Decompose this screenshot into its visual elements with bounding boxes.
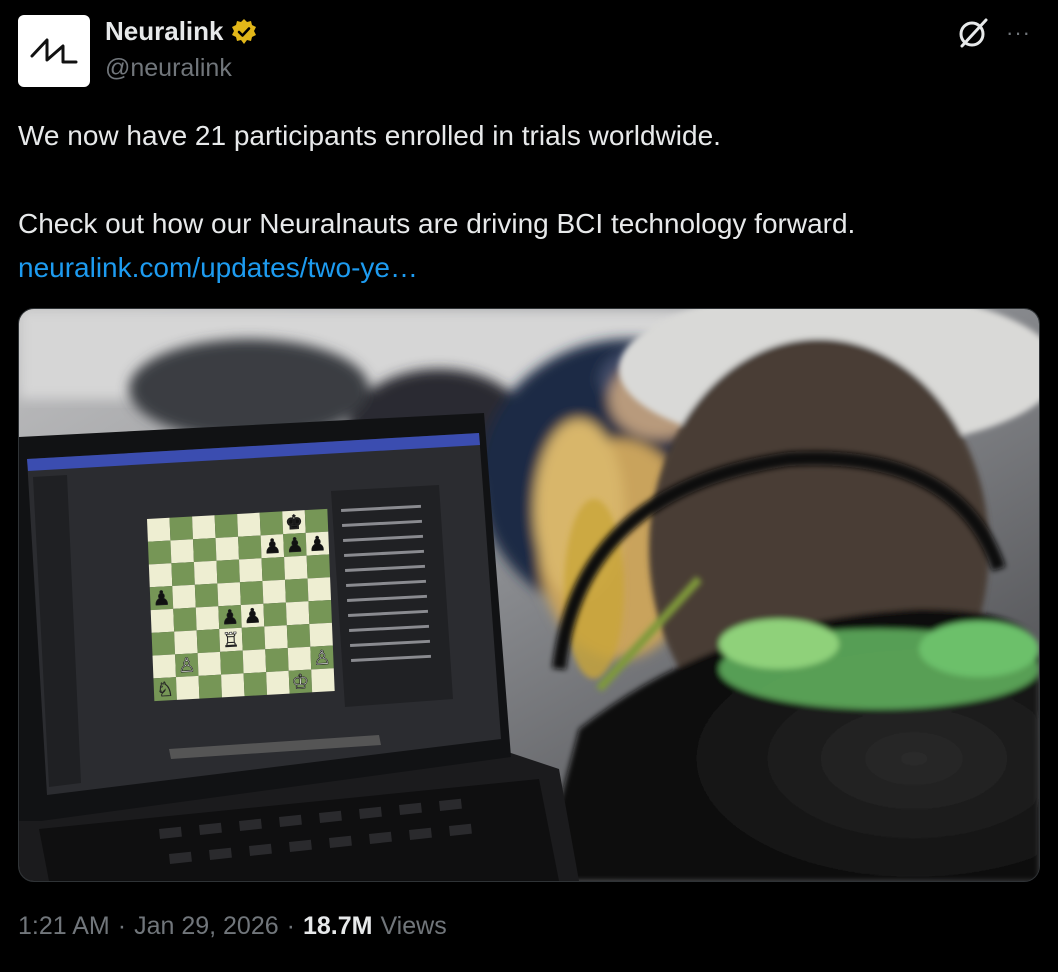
meta-separator: · (286, 912, 295, 940)
verified-badge-icon (231, 18, 256, 44)
chess-square (150, 608, 175, 633)
chess-piece: ♟ (286, 533, 305, 557)
chess-square (263, 602, 287, 627)
chess-piece: ♟ (152, 586, 171, 610)
chess-piece: ♟ (263, 534, 282, 558)
chess-square (197, 651, 222, 676)
avatar[interactable] (18, 15, 90, 87)
chess-square (194, 583, 219, 608)
chess-square (285, 578, 309, 603)
chess-square (262, 579, 286, 604)
chess-piece: ♟ (221, 605, 240, 629)
chess-square (175, 675, 200, 700)
chess-square (307, 577, 332, 602)
author-name-row: Neuralink (105, 16, 258, 47)
chess-square (285, 601, 310, 626)
chess-square (220, 650, 244, 675)
tweet-line-1: We now have 21 participants enrolled in … (18, 120, 721, 151)
author-display-name[interactable]: Neuralink (105, 16, 224, 47)
chess-square (193, 560, 218, 585)
chess-square (309, 622, 333, 647)
chess-piece: ♔ (291, 670, 310, 694)
grok-icon (959, 18, 988, 48)
chess-square (215, 536, 240, 561)
grok-button[interactable] (956, 16, 990, 50)
chess-square (243, 672, 268, 697)
chess-square (196, 629, 221, 654)
more-options-button[interactable]: ··· (1006, 20, 1031, 46)
chess-square (172, 584, 196, 609)
chess-square (237, 512, 261, 537)
tweet-media-image[interactable]: ♚ ♟ ♟ ♟ ♟ ♟ ♟ ♖ ♙ ♙ ♔ ♘ (18, 308, 1040, 882)
chess-square (147, 517, 171, 542)
neuralink-logo-icon (30, 38, 78, 64)
chess-square (238, 535, 262, 560)
tweet-meta: 1:21 AM · Jan 29, 2026 · 18.7M Views (18, 912, 447, 941)
tweet-line-2: Check out how our Neuralnauts are drivin… (18, 208, 856, 239)
chess-square (195, 606, 220, 631)
views-label: Views (380, 912, 447, 940)
meta-separator: · (117, 912, 127, 940)
chess-square (217, 582, 241, 607)
chess-square (266, 670, 290, 695)
author-handle[interactable]: @neuralink (105, 54, 232, 83)
chess-square (192, 515, 216, 540)
chess-square (287, 646, 312, 671)
chess-square (221, 673, 245, 698)
chess-square (169, 516, 194, 541)
chess-square (306, 554, 331, 579)
views-count[interactable]: 18.7M (303, 912, 372, 941)
chess-square (261, 556, 286, 581)
chess-square (174, 630, 198, 655)
chess-square (239, 580, 264, 606)
chess-piece: ♘ (156, 677, 175, 701)
tweet-time[interactable]: 1:21 AM (18, 912, 110, 941)
tweet-date[interactable]: Jan 29, 2026 (134, 912, 279, 941)
chess-square (304, 508, 329, 533)
chess-square (216, 559, 240, 584)
chess-piece: ♙ (313, 646, 332, 670)
chess-square (242, 649, 267, 674)
chess-square (239, 558, 263, 583)
chess-square (265, 648, 289, 673)
chess-square (170, 539, 194, 564)
chess-square (193, 537, 217, 563)
chess-square (173, 607, 197, 632)
chess-piece: ♚ (285, 510, 304, 534)
chess-square (148, 563, 173, 588)
chess-piece: ♙ (178, 653, 197, 677)
chess-square (171, 562, 195, 587)
chess-piece: ♟ (243, 604, 262, 628)
chess-square (259, 511, 284, 536)
chess-square (286, 623, 311, 649)
chess-square (264, 625, 288, 650)
tweet-text: We now have 21 participants enrolled in … (18, 114, 1038, 290)
chess-square (152, 654, 176, 679)
photo-illustration: ♚♟ ♟ ♟♟♟ ♟♖♙♙♔♘ (19, 309, 1039, 881)
chess-square (151, 631, 176, 656)
chess-square (214, 513, 239, 538)
chess-square (311, 668, 335, 693)
chess-square (241, 626, 266, 651)
chess-square (147, 540, 172, 565)
chess-piece: ♖ (222, 628, 241, 652)
tweet-link[interactable]: neuralink.com/updates/two-ye… (18, 252, 418, 283)
chess-piece: ♟ (308, 532, 327, 556)
chess-square (308, 599, 332, 624)
chess-square (198, 674, 222, 699)
chess-square (284, 555, 308, 580)
